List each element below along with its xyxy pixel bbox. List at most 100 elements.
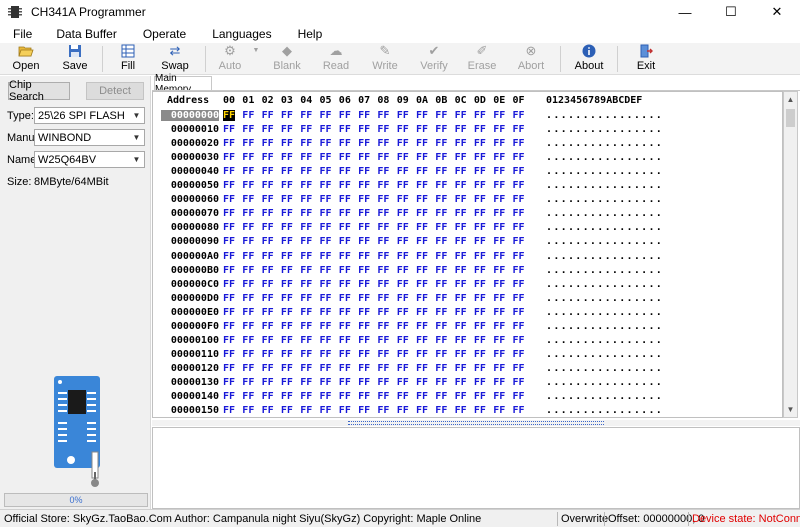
hex-byte[interactable]: FF <box>281 208 293 219</box>
ascii-row[interactable]: ................ <box>546 180 663 191</box>
hex-byte[interactable]: FF <box>242 236 254 247</box>
hex-byte[interactable]: FF <box>493 391 505 402</box>
hex-byte[interactable]: FF <box>493 166 505 177</box>
auto-button[interactable]: ⚙ Auto <box>210 43 250 75</box>
hex-byte[interactable]: FF <box>377 208 389 219</box>
hex-byte[interactable]: FF <box>242 265 254 276</box>
hex-byte[interactable]: FF <box>493 194 505 205</box>
row-address[interactable]: 00000140 <box>161 391 219 402</box>
hex-byte[interactable]: FF <box>377 321 389 332</box>
hex-byte[interactable]: FF <box>397 208 409 219</box>
hex-byte[interactable]: FF <box>377 293 389 304</box>
menu-file[interactable]: File <box>6 27 39 41</box>
hex-byte[interactable]: FF <box>435 335 447 346</box>
hex-byte[interactable]: FF <box>397 363 409 374</box>
hex-byte[interactable]: FF <box>397 321 409 332</box>
detect-button[interactable]: Detect <box>86 82 144 100</box>
hex-byte[interactable]: FF <box>281 377 293 388</box>
hex-byte[interactable]: FF <box>358 110 370 121</box>
ascii-row[interactable]: ................ <box>546 279 663 290</box>
tab-main-memory[interactable]: Main Memory <box>154 73 212 95</box>
hex-byte[interactable]: FF <box>397 152 409 163</box>
hex-byte[interactable]: FF <box>455 124 467 135</box>
hex-byte[interactable]: FF <box>223 293 235 304</box>
hex-byte[interactable]: FF <box>416 363 428 374</box>
hex-byte[interactable]: FF <box>435 349 447 360</box>
hex-byte[interactable]: FF <box>242 335 254 346</box>
hex-byte[interactable]: FF <box>262 321 274 332</box>
hex-byte[interactable]: FF <box>242 124 254 135</box>
hex-byte[interactable]: FF <box>493 405 505 416</box>
hex-byte[interactable]: FF <box>281 265 293 276</box>
hex-byte[interactable]: FF <box>513 138 525 149</box>
hex-byte[interactable]: FF <box>513 180 525 191</box>
scroll-thumb[interactable] <box>786 109 795 127</box>
ascii-row[interactable]: ................ <box>546 405 663 416</box>
hex-byte[interactable]: FF <box>455 307 467 318</box>
hex-byte[interactable]: FF <box>339 222 351 233</box>
ascii-row[interactable]: ................ <box>546 138 663 149</box>
hex-byte[interactable]: FF <box>513 391 525 402</box>
hex-byte[interactable]: FF <box>358 251 370 262</box>
hex-byte[interactable]: FF <box>513 194 525 205</box>
hex-byte[interactable]: FF <box>223 405 235 416</box>
hex-byte[interactable]: FF <box>223 307 235 318</box>
hex-byte[interactable]: FF <box>339 293 351 304</box>
ascii-row[interactable]: ................ <box>546 166 663 177</box>
hex-byte[interactable]: FF <box>300 377 312 388</box>
hex-byte[interactable]: FF <box>377 236 389 247</box>
hex-byte[interactable]: FF <box>493 349 505 360</box>
scroll-up-icon[interactable]: ▲ <box>784 92 797 107</box>
hex-byte[interactable]: FF <box>223 321 235 332</box>
hex-byte[interactable]: FF <box>377 405 389 416</box>
hex-byte[interactable]: FF <box>242 391 254 402</box>
hex-byte[interactable]: FF <box>435 208 447 219</box>
hex-byte[interactable]: FF <box>397 138 409 149</box>
hex-byte[interactable]: FF <box>262 152 274 163</box>
hex-byte[interactable]: FF <box>223 391 235 402</box>
hex-byte[interactable]: FF <box>416 265 428 276</box>
hex-byte[interactable]: FF <box>416 405 428 416</box>
hex-byte[interactable]: FF <box>455 180 467 191</box>
hex-byte[interactable]: FF <box>262 194 274 205</box>
hex-byte[interactable]: FF <box>281 363 293 374</box>
hex-byte[interactable]: FF <box>300 279 312 290</box>
menu-data-buffer[interactable]: Data Buffer <box>49 27 123 41</box>
hex-byte[interactable]: FF <box>397 110 409 121</box>
row-address[interactable]: 000000C0 <box>161 279 219 290</box>
hex-byte[interactable]: FF <box>416 293 428 304</box>
hex-byte[interactable]: FF <box>474 124 486 135</box>
hex-byte[interactable]: FF <box>300 321 312 332</box>
row-address[interactable]: 000000E0 <box>161 307 219 318</box>
hex-byte[interactable]: FF <box>281 307 293 318</box>
hex-byte[interactable]: FF <box>377 391 389 402</box>
hex-byte[interactable]: FF <box>377 110 389 121</box>
hex-byte[interactable]: FF <box>397 236 409 247</box>
hex-byte[interactable]: FF <box>416 208 428 219</box>
hex-byte[interactable]: FF <box>435 307 447 318</box>
hex-byte[interactable]: FF <box>339 236 351 247</box>
hex-byte[interactable]: FF <box>416 194 428 205</box>
hex-byte[interactable]: FF <box>435 194 447 205</box>
hex-byte[interactable]: FF <box>474 251 486 262</box>
hex-byte[interactable]: FF <box>223 335 235 346</box>
hex-byte[interactable]: FF <box>416 307 428 318</box>
ascii-row[interactable]: ................ <box>546 222 663 233</box>
hex-byte[interactable]: FF <box>320 166 332 177</box>
hex-byte[interactable]: FF <box>416 335 428 346</box>
hex-byte[interactable]: FF <box>300 208 312 219</box>
row-address[interactable]: 00000090 <box>161 236 219 247</box>
hex-byte[interactable]: FF <box>262 166 274 177</box>
hex-byte[interactable]: FF <box>377 349 389 360</box>
hex-byte[interactable]: FF <box>513 321 525 332</box>
hex-byte[interactable]: FF <box>513 166 525 177</box>
hex-byte[interactable]: FF <box>223 166 235 177</box>
row-address[interactable]: 00000080 <box>161 222 219 233</box>
hex-byte[interactable]: FF <box>281 405 293 416</box>
ascii-row[interactable]: ................ <box>546 265 663 276</box>
hex-byte[interactable]: FF <box>474 222 486 233</box>
hex-byte[interactable]: FF <box>435 236 447 247</box>
ascii-row[interactable]: ................ <box>546 251 663 262</box>
hex-byte[interactable]: FF <box>223 208 235 219</box>
hex-byte[interactable]: FF <box>320 180 332 191</box>
